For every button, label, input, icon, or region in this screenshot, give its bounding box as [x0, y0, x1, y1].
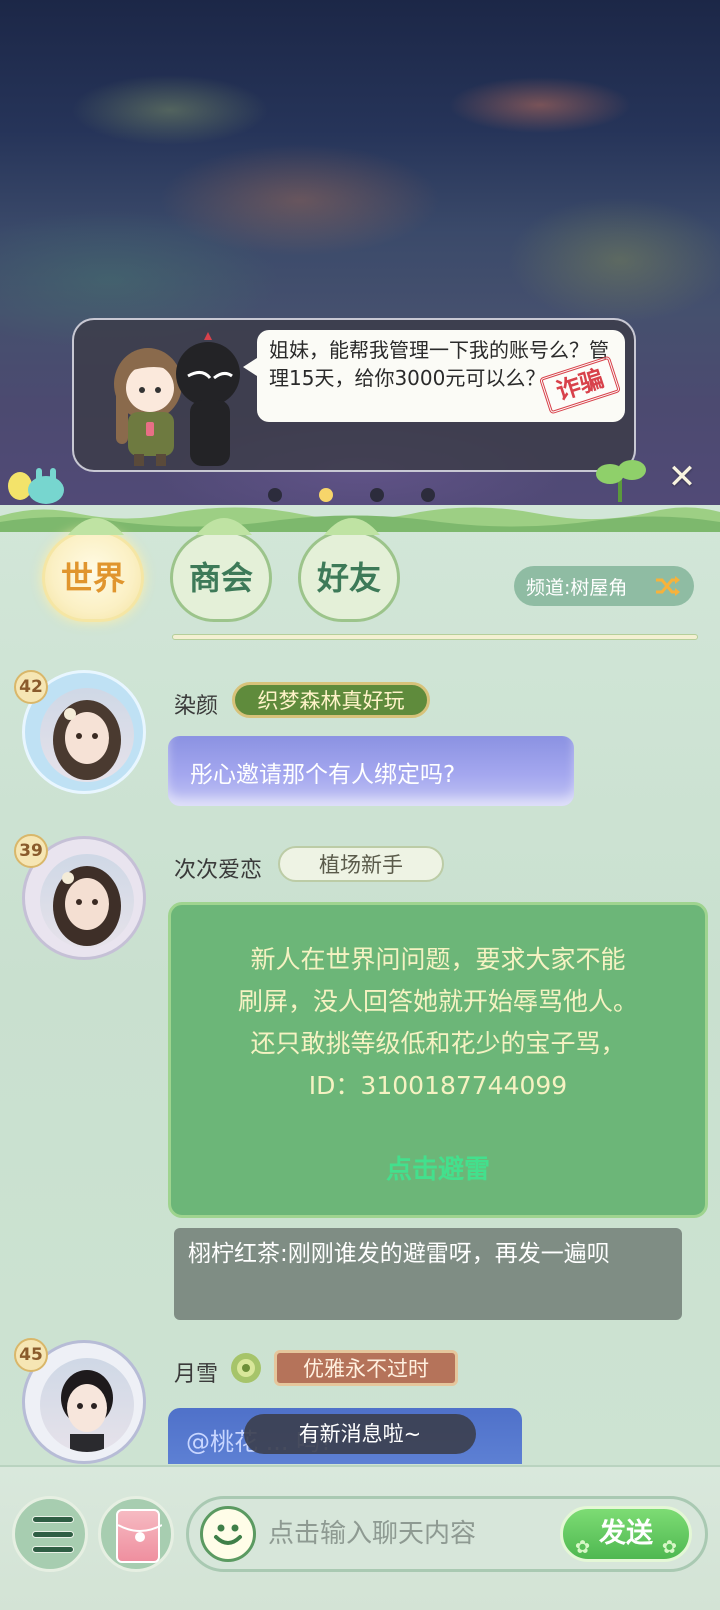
quoted-reply[interactable]: 栩柠红茶:刚刚谁发的避雷呀，再发一遍呗	[174, 1228, 682, 1320]
tab-friends[interactable]: 好友	[298, 518, 400, 622]
tab-label: 好友	[316, 559, 381, 597]
message-line: 新人在世界问问题，要求大家不能	[250, 945, 626, 974]
tab-leaf-decoration	[196, 518, 252, 535]
chat-input[interactable]	[268, 1512, 548, 1556]
title-tag: 植场新手	[278, 846, 444, 882]
level-badge: 42	[14, 670, 48, 704]
channel-switch-button[interactable]: 频道:树屋角	[514, 566, 694, 606]
bunny-decoration	[8, 468, 64, 504]
message-text: 彤心邀请那个有人绑定吗?	[190, 762, 456, 788]
level-badge: 45	[14, 1338, 48, 1372]
avoid-warning-link[interactable]: 点击避雷	[171, 1149, 705, 1191]
chat-bubble[interactable]: 新人在世界问问题，要求大家不能 刷屏，没人回答她就开始辱骂他人。 还只敢挑等级低…	[168, 902, 708, 1218]
new-message-notice[interactable]: 有新消息啦~	[244, 1414, 476, 1454]
title-tag: 优雅永不过时	[274, 1350, 458, 1386]
message-line: ID：3100187744099	[308, 1071, 568, 1100]
flower-icon: ✿	[575, 1537, 591, 1558]
flower-icon: ✿	[661, 1537, 677, 1558]
tab-label: 世界	[60, 559, 125, 597]
smiley-icon	[214, 1524, 242, 1545]
channel-label: 频道:树屋角	[526, 576, 628, 599]
anti-fraud-banner[interactable]: 姐妹，能帮我管理一下我的账号么？管理15天，给你3000元可以么？ 诈骗	[72, 318, 636, 472]
flower-badge-icon	[231, 1353, 261, 1383]
tab-leaf-decoration	[68, 518, 124, 535]
avatar-portrait	[40, 854, 134, 948]
message-line: 刷屏，没人回答她就开始辱骂他人。	[237, 987, 638, 1016]
tab-world[interactable]: 世界	[42, 518, 144, 622]
menu-icon	[32, 1546, 74, 1553]
username[interactable]: 染颜	[174, 688, 218, 720]
avatar-portrait	[40, 688, 134, 782]
menu-button[interactable]	[12, 1496, 88, 1572]
tab-leaf-decoration	[324, 518, 380, 535]
fraud-stamp: 诈骗	[538, 355, 622, 415]
menu-icon	[32, 1531, 74, 1538]
send-label: 发送	[599, 1518, 653, 1549]
send-button[interactable]: ✿ 发送 ✿	[560, 1506, 692, 1562]
tab-label: 商会	[188, 559, 253, 597]
tab-divider	[172, 634, 698, 640]
title-tag: 织梦森林真好玩	[232, 682, 430, 718]
avatar-portrait	[40, 1358, 134, 1452]
message-line: 还只敢挑等级低和花少的宝子骂，	[250, 1029, 626, 1058]
chat-bubble[interactable]: 彤心邀请那个有人绑定吗?	[168, 736, 574, 806]
shuffle-icon	[656, 576, 680, 596]
tab-guild[interactable]: 商会	[170, 518, 272, 622]
level-badge: 39	[14, 834, 48, 868]
menu-icon	[32, 1516, 74, 1523]
username[interactable]: 月雪	[174, 1356, 218, 1388]
close-icon[interactable]: ✕	[666, 460, 698, 494]
red-packet-button[interactable]	[98, 1496, 174, 1572]
username[interactable]: 次次爱恋	[174, 852, 262, 884]
sprout-decoration	[596, 460, 646, 502]
banner-speech-bubble: 姐妹，能帮我管理一下我的账号么？管理15天，给你3000元可以么？ 诈骗	[243, 330, 625, 422]
red-packet-icon	[116, 1509, 163, 1563]
banner-illustration	[114, 332, 240, 466]
emoji-button[interactable]	[200, 1506, 256, 1562]
